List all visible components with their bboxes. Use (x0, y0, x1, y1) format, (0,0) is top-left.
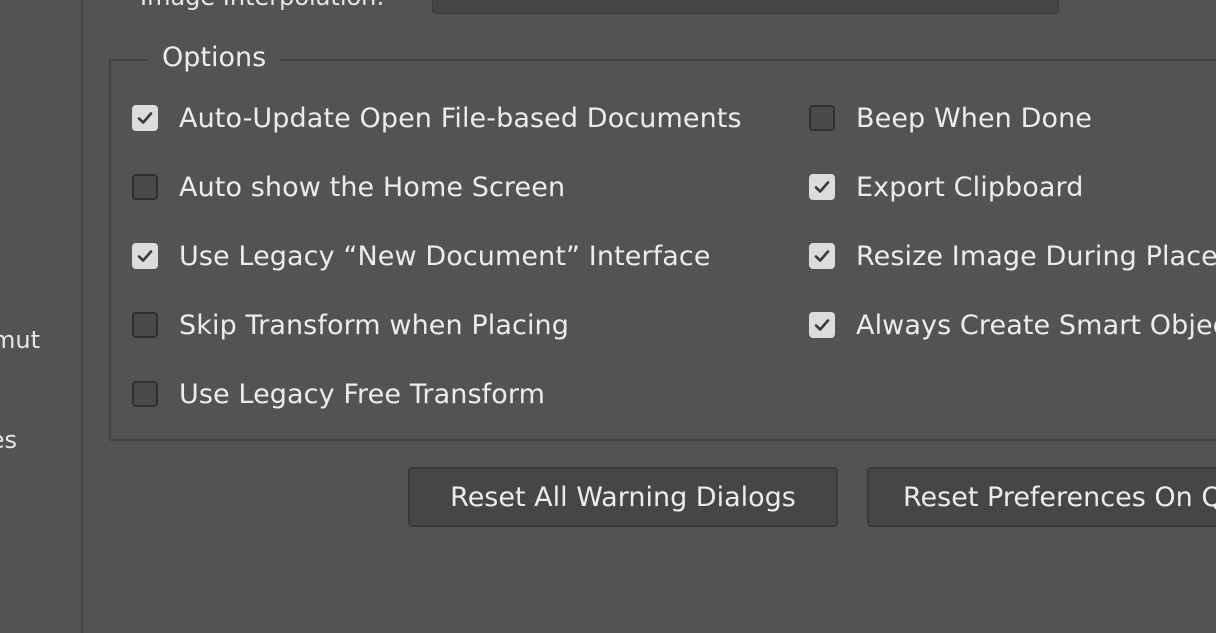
options-group-title: Options (148, 42, 281, 73)
option-label: Auto show the Home Screen (179, 171, 566, 203)
checkmark-icon (137, 112, 153, 124)
option-label: Resize Image During Place (856, 240, 1216, 272)
option-auto-show-home-screen[interactable]: Auto show the Home Screen (132, 171, 566, 203)
checkbox[interactable] (132, 312, 158, 338)
option-legacy-free-transform[interactable]: Use Legacy Free Transform (132, 378, 545, 410)
checkmark-icon (814, 181, 830, 193)
option-beep-when-done[interactable]: Beep When Done (809, 102, 1093, 134)
checkbox[interactable] (809, 312, 835, 338)
checkmark-icon (137, 250, 153, 262)
option-label: Export Clipboard (856, 171, 1084, 203)
checkmark-icon (814, 250, 830, 262)
option-label: Skip Transform when Placing (179, 309, 570, 341)
option-auto-update-documents[interactable]: Auto-Update Open File-based Documents (132, 102, 742, 134)
checkbox[interactable] (132, 174, 158, 200)
option-label: Always Create Smart Objec (856, 309, 1216, 341)
option-label: Beep When Done (856, 102, 1093, 134)
checkbox[interactable] (809, 243, 835, 269)
reset-preferences-on-quit-button[interactable]: Reset Preferences On Q (867, 467, 1216, 527)
checkmark-icon (814, 319, 830, 331)
option-export-clipboard[interactable]: Export Clipboard (809, 171, 1084, 203)
checkbox[interactable] (132, 243, 158, 269)
option-label: Auto-Update Open File-based Documents (179, 102, 742, 134)
option-skip-transform-placing[interactable]: Skip Transform when Placing (132, 309, 570, 341)
checkbox[interactable] (132, 105, 158, 131)
sidebar-item-2[interactable]: es (0, 426, 17, 454)
preferences-general-panel: mut es Image Interpolation: Options Auto… (0, 0, 1216, 633)
option-label: Use Legacy “New Document” Interface (179, 240, 711, 272)
image-interpolation-dropdown[interactable] (432, 0, 1059, 14)
checkbox[interactable] (809, 105, 835, 131)
checkbox[interactable] (132, 381, 158, 407)
image-interpolation-label: Image Interpolation: (140, 0, 384, 11)
option-label: Use Legacy Free Transform (179, 378, 545, 410)
sidebar-item-1[interactable]: mut (0, 326, 40, 354)
option-always-create-smart-objects[interactable]: Always Create Smart Objec (809, 309, 1216, 341)
option-resize-image-during-place[interactable]: Resize Image During Place (809, 240, 1216, 272)
preferences-sidebar: mut es (0, 0, 83, 633)
option-legacy-new-document[interactable]: Use Legacy “New Document” Interface (132, 240, 711, 272)
reset-warning-dialogs-button[interactable]: Reset All Warning Dialogs (408, 467, 838, 527)
checkbox[interactable] (809, 174, 835, 200)
